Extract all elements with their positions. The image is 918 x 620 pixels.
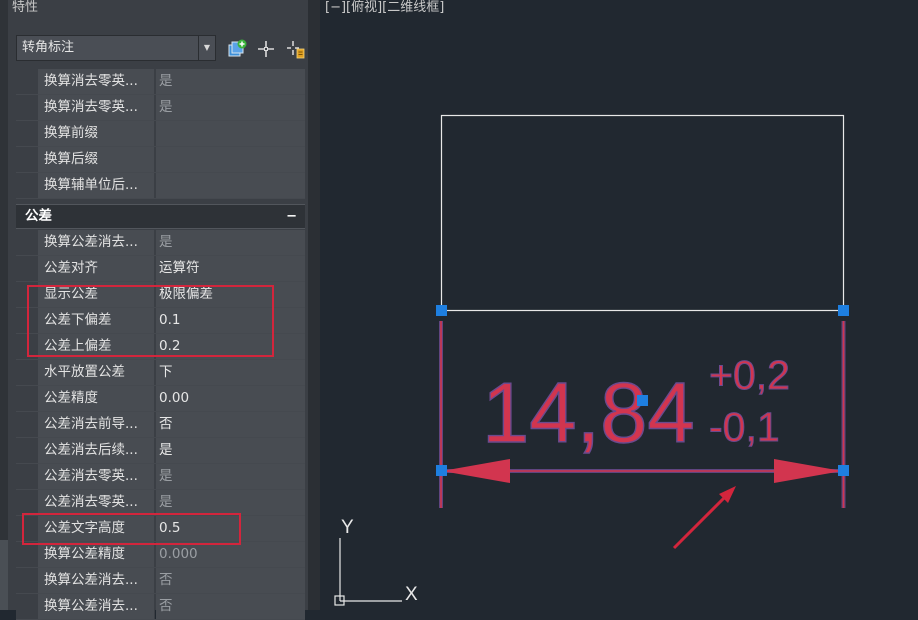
property-name: 换算公差消去... [38, 230, 155, 255]
property-row[interactable]: 公差消去零英... 是 [16, 464, 305, 490]
property-value[interactable]: 是 [156, 230, 305, 255]
property-row[interactable]: 水平放置公差下 [16, 360, 305, 386]
property-name: 换算后缀 [38, 147, 155, 172]
tolerance-section-header[interactable]: 公差 − [16, 204, 305, 229]
property-value[interactable]: 0.00 [156, 386, 305, 411]
collapse-icon[interactable]: − [286, 205, 297, 228]
property-name: 公差消去零英... [38, 464, 155, 489]
object-type-value: 转角标注 [22, 40, 75, 55]
property-value[interactable] [156, 121, 305, 146]
section-label: 公差 [25, 208, 52, 224]
arrowhead-right [774, 459, 842, 483]
arrowhead-left [442, 459, 510, 483]
panel-title: 特性 [12, 0, 39, 15]
property-value[interactable]: 否 [156, 594, 305, 619]
grip-bottom-left[interactable] [436, 465, 447, 476]
property-row[interactable]: 换算公差消去... 否 [16, 568, 305, 594]
property-name: 换算消去零英... [38, 69, 155, 94]
property-value[interactable] [156, 173, 305, 198]
row-gutter [16, 95, 38, 120]
toggle-pickadd-icon[interactable] [284, 38, 306, 60]
property-name: 公差消去前导... [38, 412, 155, 437]
panel-scrollbar[interactable] [308, 0, 320, 610]
ucs-y-label: Y [341, 517, 354, 538]
dimension-entity[interactable]: 14,84 +0,2 -0,1 [439, 321, 846, 508]
property-name: 换算消去零英... [38, 95, 155, 120]
property-name: 公差消去后续... [38, 438, 155, 463]
row-gutter [16, 490, 38, 515]
property-name: 换算辅单位后... [38, 173, 155, 198]
annotation-arrow [672, 486, 736, 550]
property-value[interactable]: 运算符 [156, 256, 305, 281]
drawing-area[interactable]: 14,84 +0,2 -0,1 Y X [320, 0, 918, 610]
row-gutter [16, 386, 38, 411]
property-row[interactable]: 换算消去零英... 是 [16, 69, 305, 95]
property-value[interactable]: 否 [156, 568, 305, 593]
property-row[interactable]: 换算公差消去... 否 [16, 594, 305, 620]
grip-top-left[interactable] [436, 305, 447, 316]
row-gutter [16, 594, 38, 619]
property-row[interactable]: 换算后缀 [16, 147, 305, 173]
property-row[interactable]: 公差精度 0.00 [16, 386, 305, 412]
property-row[interactable]: 公差消去后续... 是 [16, 438, 305, 464]
property-name: 换算公差消去... [38, 568, 155, 593]
row-gutter [16, 121, 38, 146]
dimension-text: 14,84 [482, 366, 695, 461]
property-value[interactable]: 是 [156, 69, 305, 94]
row-gutter [16, 438, 38, 463]
property-row[interactable]: 公差对齐 运算符 [16, 256, 305, 282]
panel-side-strip [0, 0, 8, 610]
property-name: 换算公差精度 [38, 542, 155, 567]
ucs-x-label: X [405, 584, 418, 605]
grip-bottom-right[interactable] [838, 465, 849, 476]
property-name: 公差消去零英... [38, 490, 155, 515]
row-gutter [16, 230, 38, 255]
rectangle-entity[interactable] [440, 114, 845, 312]
quick-select-add-icon[interactable] [226, 38, 248, 60]
property-row[interactable]: 公差消去前导... 否 [16, 412, 305, 438]
object-type-select[interactable]: 转角标注 ▼ [16, 35, 216, 61]
tolerance-upper: +0,2 [709, 352, 790, 398]
property-value[interactable]: 否 [156, 412, 305, 437]
property-row[interactable]: 换算前缀 [16, 121, 305, 147]
property-name: 换算前缀 [38, 121, 155, 146]
property-name: 水平放置公差 [38, 360, 155, 385]
property-name: 公差精度 [38, 386, 155, 411]
properties-panel: 特性 转角标注 ▼ 换算消去零英... 是换算消去零英... 是换算前缀 换算后缀 换算… [0, 0, 320, 620]
ucs-icon [334, 538, 402, 606]
row-gutter [16, 147, 38, 172]
row-gutter [16, 256, 38, 281]
row-gutter [16, 568, 38, 593]
row-gutter [16, 360, 38, 385]
highlight-box-tolerance [27, 285, 274, 357]
row-gutter [16, 173, 38, 198]
row-gutter [16, 464, 38, 489]
property-value[interactable]: 0.000 [156, 542, 305, 567]
property-row[interactable]: 换算辅单位后... [16, 173, 305, 199]
highlight-box-text-height [22, 513, 241, 545]
property-name: 公差对齐 [38, 256, 155, 281]
row-gutter [16, 69, 38, 94]
grip-text[interactable] [637, 395, 648, 406]
chevron-down-icon[interactable]: ▼ [198, 36, 215, 60]
tolerance-lower: -0,1 [709, 404, 780, 450]
property-value[interactable]: 是 [156, 464, 305, 489]
property-value[interactable]: 是 [156, 438, 305, 463]
property-value[interactable]: 是 [156, 95, 305, 120]
property-name: 换算公差消去... [38, 594, 155, 619]
row-gutter [16, 412, 38, 437]
property-row[interactable]: 换算公差消去... 是 [16, 230, 305, 256]
property-value[interactable]: 是 [156, 490, 305, 515]
row-gutter [16, 542, 38, 567]
property-value[interactable]: 下 [156, 360, 305, 385]
select-objects-icon[interactable] [255, 38, 277, 60]
property-row[interactable]: 换算消去零英... 是 [16, 95, 305, 121]
property-row[interactable]: 换算公差精度 0.000 [16, 542, 305, 568]
grip-top-right[interactable] [838, 305, 849, 316]
property-value[interactable] [156, 147, 305, 172]
